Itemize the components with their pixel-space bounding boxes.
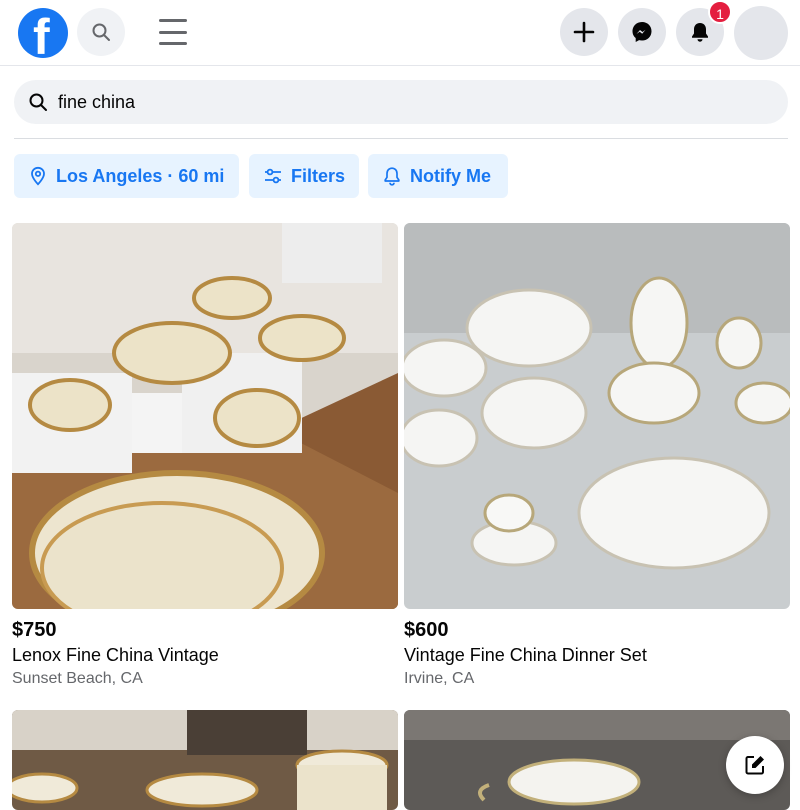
sliders-icon	[264, 168, 281, 184]
listing-photo[interactable]	[404, 223, 790, 609]
listing-price: $600	[404, 619, 449, 641]
listing-location: Irvine, CA	[404, 670, 475, 687]
search-icon	[92, 23, 110, 41]
listing-location: Sunset Beach, CA	[12, 670, 143, 687]
location-pin-icon	[31, 166, 45, 186]
bell-outline-icon	[384, 167, 400, 186]
facebook-logo-letter: f	[33, 9, 50, 58]
search-query-text: fine china	[58, 91, 136, 112]
listing-photo[interactable]	[12, 223, 398, 609]
filters-label: Filters	[290, 165, 345, 186]
messenger-icon	[632, 22, 652, 42]
divider	[14, 138, 788, 139]
search-icon	[29, 93, 47, 111]
listing-title[interactable]: Vintage Fine China Dinner Set	[404, 645, 647, 666]
menu-icon[interactable]	[156, 16, 190, 48]
edit-icon	[745, 756, 764, 775]
notification-badge: 1	[708, 0, 732, 24]
notify-me-chip[interactable]: Notify Me	[368, 154, 508, 198]
location-filter-label: Los Angeles · 60 mi	[56, 165, 225, 186]
notify-me-label: Notify Me	[410, 165, 491, 186]
location-filter-chip[interactable]: Los Angeles · 60 mi	[14, 154, 239, 198]
search-input[interactable]: fine china	[14, 80, 788, 124]
listing-photo[interactable]	[12, 710, 398, 810]
facebook-logo[interactable]: f	[18, 8, 68, 58]
plus-icon	[573, 21, 595, 43]
search-button[interactable]	[77, 8, 125, 56]
top-nav-bar: f 1	[0, 0, 800, 66]
create-button[interactable]	[560, 8, 608, 56]
compose-button[interactable]	[726, 736, 784, 794]
listing-title[interactable]: Lenox Fine China Vintage	[12, 645, 219, 666]
avatar[interactable]	[734, 6, 788, 60]
messenger-button[interactable]	[618, 8, 666, 56]
bell-icon	[692, 23, 708, 42]
listing-price: $750	[12, 619, 57, 641]
filters-chip[interactable]: Filters	[249, 154, 359, 198]
